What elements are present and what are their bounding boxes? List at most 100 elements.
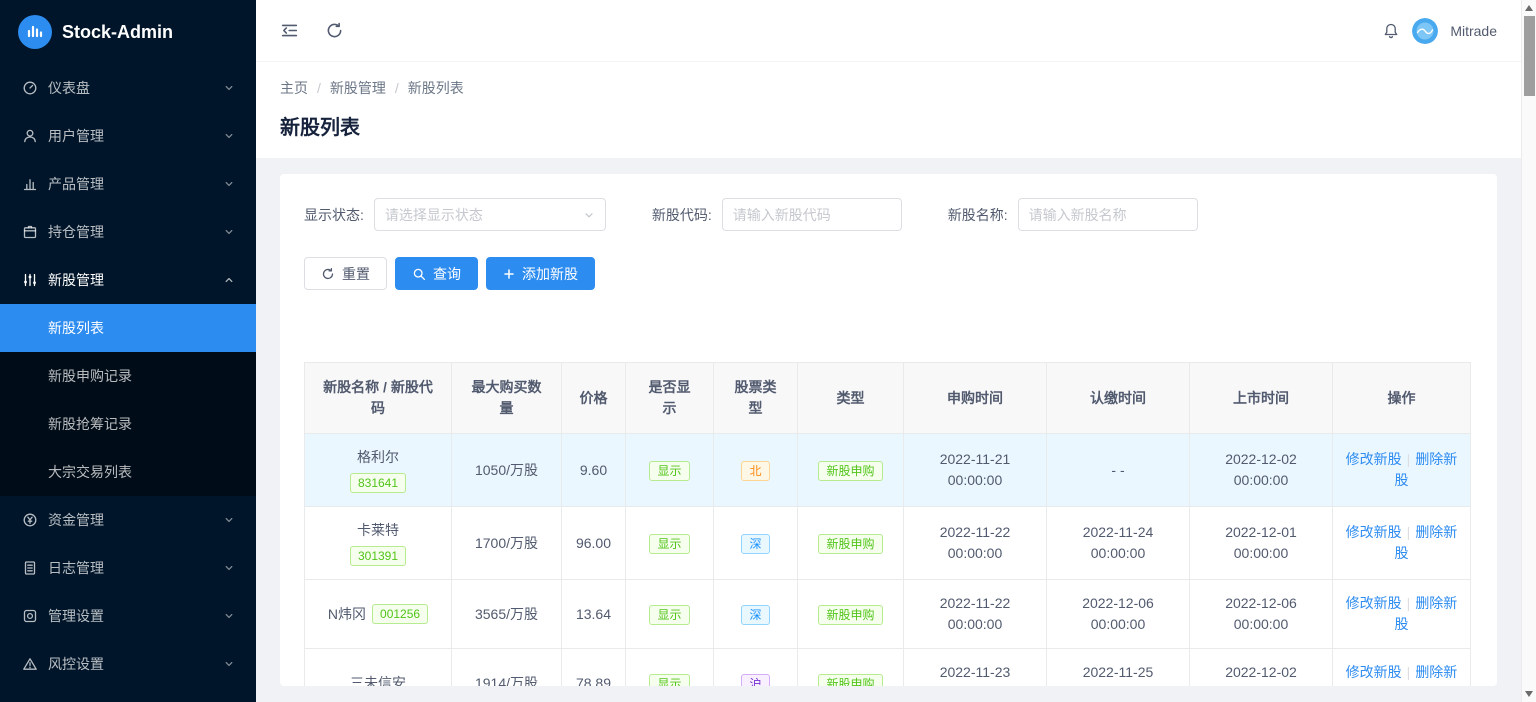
breadcrumb-home[interactable]: 主页 — [280, 78, 308, 98]
bell-icon[interactable] — [1382, 22, 1400, 40]
delete-stock-link[interactable]: 删除新股 — [1395, 595, 1458, 632]
col-header-stock-type: 股票类型 — [714, 363, 798, 434]
cell-max-buy: 3565/万股 — [452, 580, 562, 649]
edit-stock-link[interactable]: 修改新股 — [1346, 524, 1402, 540]
user-avatar[interactable] — [1412, 18, 1438, 44]
topbar: Mitrade — [256, 0, 1521, 62]
sidebar-item-position-mgmt[interactable]: 持仓管理 — [0, 208, 256, 256]
logs-icon — [22, 560, 38, 576]
add-stock-button[interactable]: 添加新股 — [486, 257, 595, 290]
cell-list-time: 2022-12-06 00:00:00 — [1190, 580, 1333, 649]
window-scrollbar[interactable] — [1521, 0, 1536, 702]
chevron-up-icon — [224, 275, 234, 285]
name-filter-label: 新股名称: — [948, 205, 1008, 225]
filter-bar: 显示状态: 请选择显示状态 新股代码: 新股名称: — [304, 198, 1473, 231]
col-header-price: 价格 — [562, 363, 626, 434]
sidebar-item-label: 管理设置 — [48, 606, 104, 626]
sidebar-item-dashboard[interactable]: 仪表盘 — [0, 64, 256, 112]
sidebar-item-admin-settings[interactable]: 管理设置 — [0, 592, 256, 640]
cell-apply-time: 2022-11-22 00:00:00 — [904, 507, 1047, 580]
breadcrumb-separator: / — [317, 80, 321, 96]
code-filter-label: 新股代码: — [652, 205, 712, 225]
sidebar: Stock-Admin 仪表盘 用户管理 产品管理 持仓管理 — [0, 0, 256, 702]
sidebar-subitem-label: 新股申购记录 — [48, 366, 132, 386]
col-header-list-time: 上市时间 — [1190, 363, 1333, 434]
table-row: 格利尔831641 1050/万股 9.60 显示 北 新股申购 2022-11… — [305, 434, 1471, 507]
cell-pay-time: - - — [1047, 434, 1190, 507]
status-select[interactable]: 请选择显示状态 — [374, 198, 606, 231]
action-bar: 重置 查询 添加新股 — [304, 257, 1473, 290]
scrollbar-thumb[interactable] — [1524, 16, 1535, 96]
sidebar-item-label: 日志管理 — [48, 558, 104, 578]
scrollbar-down-arrow[interactable] — [1525, 691, 1533, 697]
stock-code-input[interactable] — [722, 198, 902, 231]
cell-apply-time: 2022-11-21 00:00:00 — [904, 434, 1047, 507]
breadcrumb-new-stock-mgmt[interactable]: 新股管理 — [330, 78, 386, 98]
type-tag: 新股申购 — [818, 605, 882, 625]
stock-name: 格利尔 — [357, 447, 399, 468]
sidebar-subitem-grab-records[interactable]: 新股抢筹记录 — [0, 400, 256, 448]
sidebar-subitem-block-trade-list[interactable]: 大宗交易列表 — [0, 448, 256, 496]
stock-name-input[interactable] — [1018, 198, 1198, 231]
edit-stock-link[interactable]: 修改新股 — [1346, 664, 1402, 680]
cell-price: 9.60 — [562, 434, 626, 507]
stock-name: N炜冈 — [328, 604, 366, 625]
cell-price: 78.89 — [562, 649, 626, 687]
sidebar-item-fund-mgmt[interactable]: 资金管理 — [0, 496, 256, 544]
dashboard-icon — [22, 80, 38, 96]
plus-icon — [503, 268, 515, 280]
menu-fold-icon[interactable] — [280, 21, 299, 40]
chevron-down-icon — [583, 209, 595, 221]
chevron-down-icon — [224, 227, 234, 237]
chevron-down-icon — [224, 659, 234, 669]
cell-max-buy: 1914/万股 — [452, 649, 562, 687]
breadcrumb-separator: / — [395, 80, 399, 96]
delete-stock-link[interactable]: 删除新股 — [1395, 451, 1458, 488]
reset-button[interactable]: 重置 — [304, 257, 387, 290]
col-header-name-code: 新股名称 / 新股代码 — [305, 363, 452, 434]
table-row: 卡莱特301391 1700/万股 96.00 显示 深 新股申购 2022-1… — [305, 507, 1471, 580]
stock-type-tag: 北 — [741, 461, 769, 481]
action-divider: | — [1407, 451, 1411, 467]
edit-stock-link[interactable]: 修改新股 — [1346, 451, 1402, 467]
delete-stock-link[interactable]: 删除新股 — [1395, 524, 1458, 561]
cell-pay-time: 2022-12-06 00:00:00 — [1047, 580, 1190, 649]
sidebar-item-new-stock-mgmt[interactable]: 新股管理 — [0, 256, 256, 304]
status-filter-label: 显示状态: — [304, 205, 364, 225]
action-divider: | — [1407, 595, 1411, 611]
username[interactable]: Mitrade — [1450, 23, 1497, 39]
sidebar-subitem-subscription-records[interactable]: 新股申购记录 — [0, 352, 256, 400]
sidebar-item-label: 新股管理 — [48, 270, 104, 290]
sidebar-item-label: 仪表盘 — [48, 78, 90, 98]
stock-name: 卡莱特 — [357, 520, 399, 541]
chevron-down-icon — [224, 563, 234, 573]
edit-stock-link[interactable]: 修改新股 — [1346, 595, 1402, 611]
sidebar-item-label: 产品管理 — [48, 174, 104, 194]
sidebar-subitem-label: 新股列表 — [48, 318, 104, 338]
admin-settings-icon — [22, 608, 38, 624]
positions-icon — [22, 224, 38, 240]
col-header-apply-time: 申购时间 — [904, 363, 1047, 434]
refresh-icon[interactable] — [325, 21, 344, 40]
logo-icon — [18, 15, 52, 49]
delete-stock-link[interactable]: 删除新股 — [1395, 664, 1458, 686]
visible-tag: 显示 — [649, 461, 689, 481]
visible-tag: 显示 — [649, 605, 689, 625]
table-row: 三未信安 1914/万股 78.89 显示 沪 新股申购 2022-11-23 … — [305, 649, 1471, 687]
sidebar-item-risk-settings[interactable]: 风控设置 — [0, 640, 256, 688]
new-stock-submenu: 新股列表 新股申购记录 新股抢筹记录 大宗交易列表 — [0, 304, 256, 496]
type-tag: 新股申购 — [818, 534, 882, 554]
search-button[interactable]: 查询 — [395, 257, 478, 290]
content: 显示状态: 请选择显示状态 新股代码: 新股名称: — [256, 158, 1521, 702]
visible-tag: 显示 — [649, 534, 689, 554]
reset-icon — [321, 267, 335, 281]
sidebar-subitem-new-stock-list[interactable]: 新股列表 — [0, 304, 256, 352]
sidebar-item-log-mgmt[interactable]: 日志管理 — [0, 544, 256, 592]
stock-type-tag: 深 — [741, 605, 769, 625]
sidebar-item-user-mgmt[interactable]: 用户管理 — [0, 112, 256, 160]
sidebar-item-label: 资金管理 — [48, 510, 104, 530]
scrollbar-up-arrow[interactable] — [1525, 5, 1533, 11]
action-divider: | — [1407, 664, 1411, 680]
chevron-down-icon — [224, 131, 234, 141]
sidebar-item-product-mgmt[interactable]: 产品管理 — [0, 160, 256, 208]
